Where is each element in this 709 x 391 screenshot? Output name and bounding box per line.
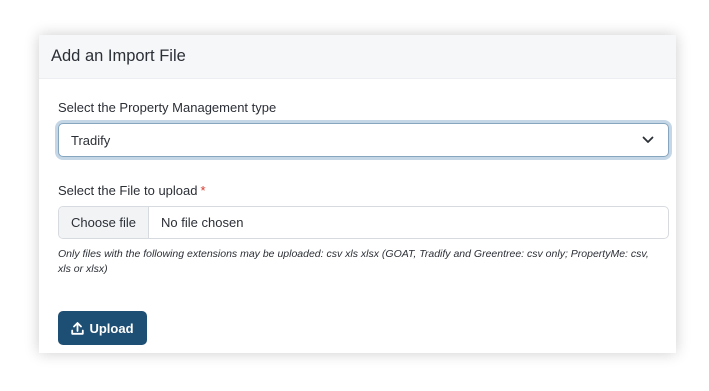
import-file-card: Add an Import File Select the Property M… xyxy=(39,35,676,353)
choose-file-button[interactable]: Choose file xyxy=(59,207,150,238)
file-upload-label-row: Select the File to upload * xyxy=(58,183,206,198)
chevron-down-icon xyxy=(642,136,654,143)
pm-type-select[interactable]: Tradify xyxy=(58,123,669,157)
pm-type-label: Select the Property Management type xyxy=(58,100,277,115)
file-input[interactable]: Choose file No file chosen xyxy=(58,206,669,239)
pm-type-selected-value: Tradify xyxy=(71,132,111,148)
upload-button-label: Upload xyxy=(89,320,134,336)
file-extensions-help: Only files with the following extensions… xyxy=(58,248,649,275)
required-marker: * xyxy=(200,183,206,198)
page-title: Add an Import File xyxy=(51,47,186,65)
upload-button[interactable]: Upload xyxy=(58,311,147,345)
file-upload-label: Select the File to upload xyxy=(58,183,198,198)
card-header: Add an Import File xyxy=(39,35,676,79)
upload-icon xyxy=(71,321,85,335)
file-status-text: No file chosen xyxy=(161,215,244,230)
